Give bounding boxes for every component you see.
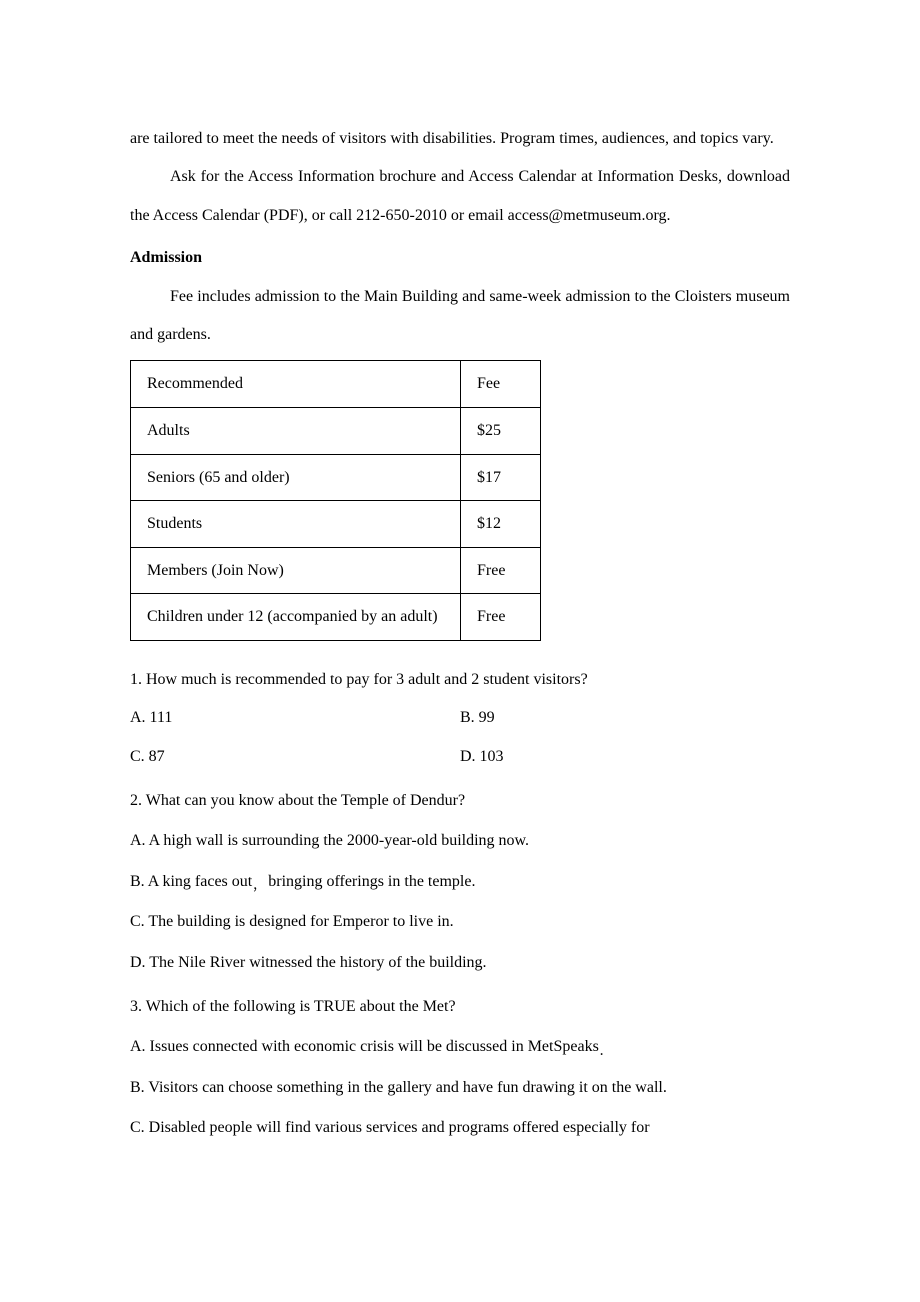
question-3-option-b: B. Visitors can choose something in the … [130, 1069, 790, 1107]
question-1-option-a: A. 111 [130, 699, 460, 737]
fee-label: Seniors (65 and older) [131, 454, 461, 501]
table-row: Seniors (65 and older) $17 [131, 454, 541, 501]
question-3-option-a: A. Issues connected with economic crisis… [130, 1028, 790, 1066]
subscript-period: ． [599, 1045, 611, 1059]
question-1-option-b: B. 99 [460, 699, 790, 737]
question-1-stem: 1. How much is recommended to pay for 3 … [130, 661, 790, 699]
question-2-option-a: A. A high wall is surrounding the 2000-y… [130, 822, 790, 860]
table-row: Members (Join Now) Free [131, 547, 541, 594]
question-2-option-b: B. A king faces out， bringing offerings … [130, 863, 790, 901]
question-2-option-c: C. The building is designed for Emperor … [130, 903, 790, 941]
admission-description: Fee includes admission to the Main Build… [130, 278, 790, 355]
fee-label: Students [131, 501, 461, 548]
subscript-comma: ， [252, 879, 264, 893]
question-1-option-c: C. 87 [130, 738, 460, 776]
fee-value: Fee [461, 361, 541, 408]
question-2-stem: 2. What can you know about the Temple of… [130, 782, 790, 820]
table-row: Recommended Fee [131, 361, 541, 408]
table-row: Adults $25 [131, 407, 541, 454]
question-2-option-d: D. The Nile River witnessed the history … [130, 944, 790, 982]
admission-fee-table: Recommended Fee Adults $25 Seniors (65 a… [130, 360, 541, 641]
fee-value: $12 [461, 501, 541, 548]
fee-label: Members (Join Now) [131, 547, 461, 594]
fee-label: Adults [131, 407, 461, 454]
fee-label: Recommended [131, 361, 461, 408]
table-row: Students $12 [131, 501, 541, 548]
question-1-option-d: D. 103 [460, 738, 790, 776]
question-3-stem: 3. Which of the following is TRUE about … [130, 988, 790, 1026]
question-2-option-b-pre: B. A king faces out [130, 873, 252, 890]
table-row: Children under 12 (accompanied by an adu… [131, 594, 541, 641]
fee-value: $17 [461, 454, 541, 501]
fee-value: Free [461, 547, 541, 594]
paragraph-tailored: are tailored to meet the needs of visito… [130, 120, 790, 158]
fee-value: Free [461, 594, 541, 641]
admission-heading: Admission [130, 239, 790, 277]
question-3-option-c: C. Disabled people will find various ser… [130, 1109, 790, 1147]
fee-value: $25 [461, 407, 541, 454]
paragraph-access-info: Ask for the Access Information brochure … [130, 158, 790, 235]
question-3-option-a-text: A. Issues connected with economic crisis… [130, 1038, 599, 1055]
fee-label: Children under 12 (accompanied by an adu… [131, 594, 461, 641]
question-2-option-b-post: bringing offerings in the temple. [264, 873, 475, 890]
